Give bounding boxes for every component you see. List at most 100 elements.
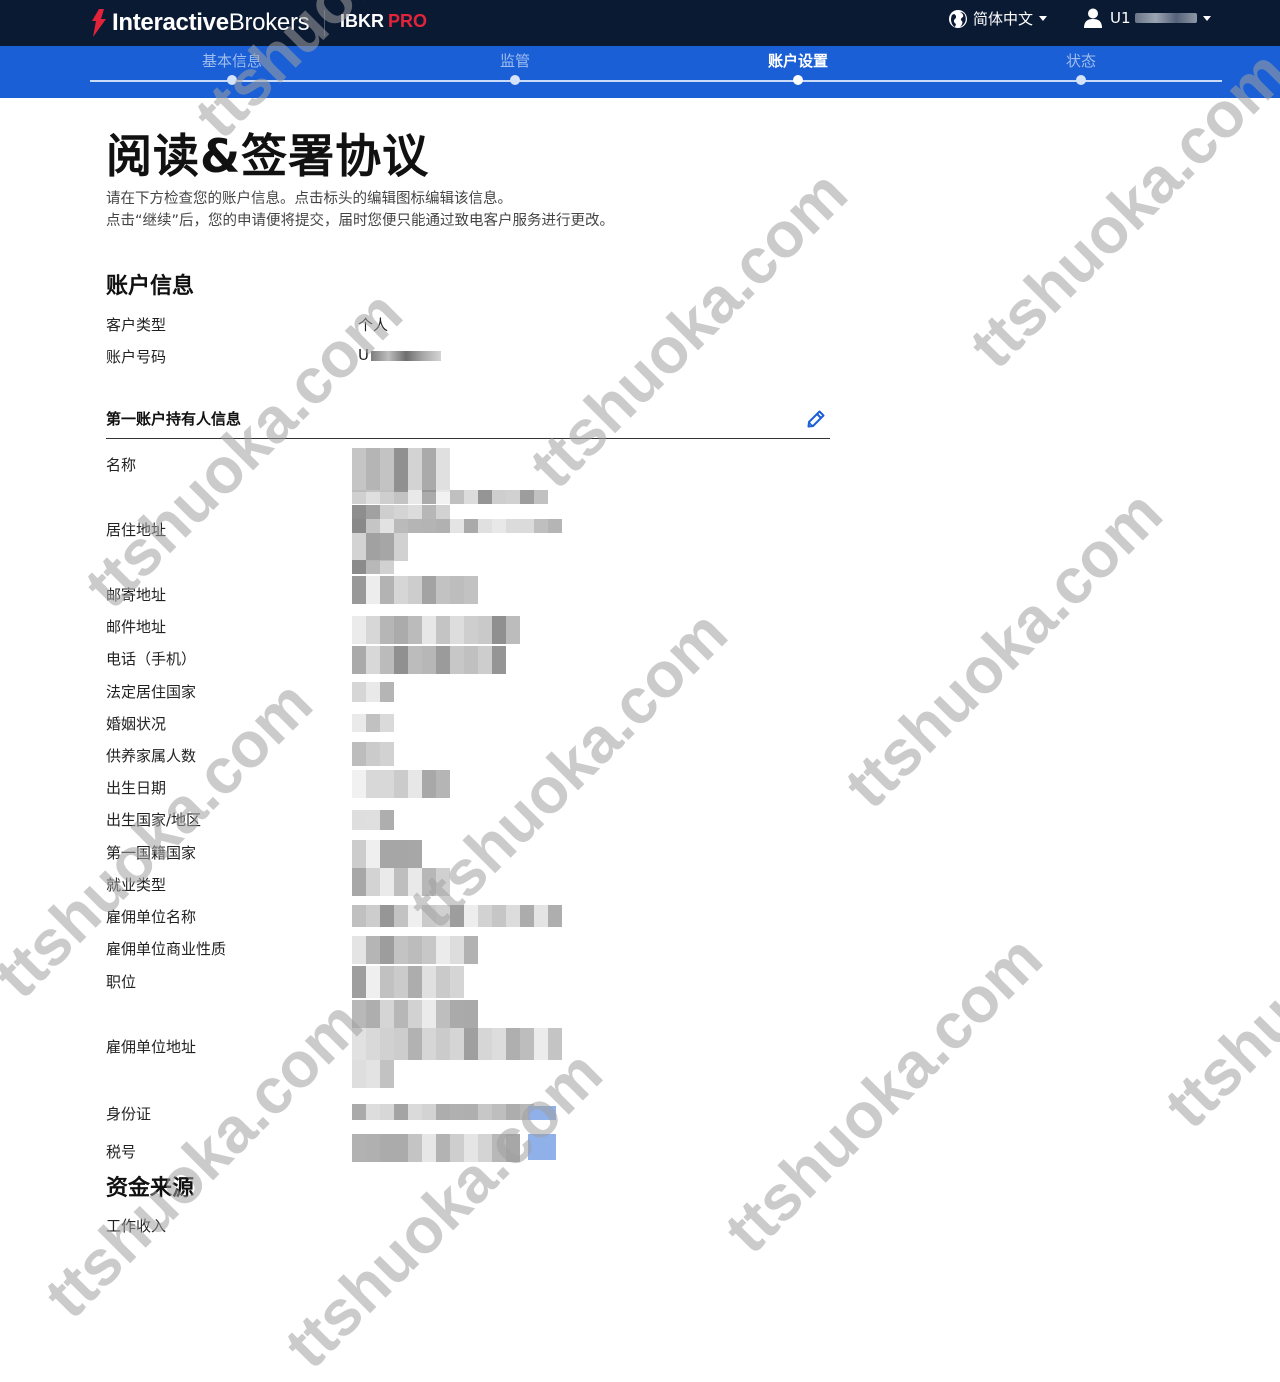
field-email-label: 邮件地址 bbox=[106, 618, 167, 636]
redaction-pixel bbox=[534, 1028, 548, 1060]
redaction-pixel bbox=[380, 1134, 394, 1162]
holder-info-header: 第一账户持有人信息 bbox=[106, 408, 830, 439]
redaction-pixel bbox=[394, 1104, 408, 1120]
redaction-pixel bbox=[366, 1060, 380, 1088]
redaction-pixel bbox=[450, 646, 464, 674]
redaction-pixel bbox=[352, 840, 366, 868]
redaction-pixel bbox=[408, 646, 422, 674]
redaction-pixel bbox=[366, 966, 380, 998]
step-dot bbox=[1076, 75, 1086, 85]
field-employer-business-label: 雇佣单位商业性质 bbox=[106, 940, 227, 958]
redaction-pixel bbox=[366, 936, 380, 964]
redaction-pixel bbox=[394, 616, 408, 644]
redaction-pixel bbox=[352, 1000, 366, 1028]
redaction-pixel bbox=[506, 1104, 520, 1120]
redaction-pixel bbox=[464, 519, 478, 533]
redaction-pixel bbox=[408, 1000, 422, 1028]
account-info-title: 账户信息 bbox=[106, 274, 195, 299]
redaction-pixel bbox=[408, 1134, 422, 1162]
redaction-pixel bbox=[366, 714, 380, 732]
redaction-pixel bbox=[436, 519, 450, 533]
redaction-pixel bbox=[464, 1134, 478, 1162]
redaction-pixel bbox=[478, 616, 492, 644]
redaction-pixel bbox=[528, 1106, 556, 1120]
step-dot bbox=[227, 75, 237, 85]
product-name: IBKR PRO bbox=[340, 11, 428, 31]
redaction-pixel bbox=[464, 646, 478, 674]
redaction-pixel bbox=[506, 519, 520, 533]
field-legal-residence-label: 法定居住国家 bbox=[106, 683, 197, 701]
redaction-pixel bbox=[450, 936, 464, 964]
redaction-pixel bbox=[478, 1028, 492, 1060]
ibkr-logo[interactable]: InteractiveBrokers bbox=[90, 8, 310, 38]
redaction-pixel bbox=[380, 810, 394, 830]
redaction-pixel bbox=[478, 1104, 492, 1120]
step-dot bbox=[510, 75, 520, 85]
watermark: ttshuoka.com bbox=[30, 986, 376, 1332]
redaction-pixel bbox=[436, 646, 450, 674]
account-number-value: U bbox=[358, 346, 441, 364]
step-dot-active bbox=[793, 75, 803, 85]
redaction-pixel bbox=[422, 646, 436, 674]
step-regulatory[interactable]: 监管 bbox=[415, 50, 615, 71]
redaction-pixel bbox=[352, 560, 366, 574]
holder-info-title: 第一账户持有人信息 bbox=[106, 410, 242, 428]
globe-icon bbox=[949, 9, 967, 28]
redaction-pixel bbox=[422, 1000, 436, 1028]
pencil-icon[interactable] bbox=[806, 409, 826, 429]
redaction-pixel bbox=[394, 448, 408, 492]
redaction-pixel bbox=[366, 1000, 380, 1028]
redaction-pixel bbox=[450, 1000, 464, 1028]
redaction-pixel bbox=[380, 576, 394, 604]
redaction-pixel bbox=[408, 966, 422, 998]
redaction-pixel bbox=[380, 560, 394, 574]
redaction-pixel bbox=[366, 682, 380, 702]
step-status[interactable]: 状态 bbox=[981, 50, 1181, 71]
redaction-pixel bbox=[464, 1000, 478, 1028]
redaction-pixel bbox=[422, 770, 436, 798]
steps-track bbox=[90, 80, 1222, 82]
redaction-pixel bbox=[408, 576, 422, 604]
redaction-pixel bbox=[520, 490, 534, 504]
step-basic-info[interactable]: 基本信息 bbox=[132, 50, 332, 71]
redaction-pixel bbox=[422, 966, 436, 998]
redaction-pixel bbox=[352, 1104, 366, 1120]
redaction-pixel bbox=[408, 840, 422, 868]
language-selector[interactable]: 简体中文 bbox=[948, 8, 1048, 29]
redaction-pixel bbox=[366, 576, 380, 604]
redaction-pixel bbox=[450, 1134, 464, 1162]
redaction-pixel bbox=[366, 533, 380, 561]
redaction-pixel bbox=[464, 576, 478, 604]
page-intro: 请在下方检查您的账户信息。点击标头的编辑图标编辑该信息。 点击“继续”后，您的申… bbox=[106, 188, 614, 232]
step-account-settings[interactable]: 账户设置 bbox=[698, 50, 898, 71]
user-menu[interactable]: U1 bbox=[1084, 8, 1211, 28]
redaction-pixel bbox=[394, 905, 408, 927]
field-id-card-label: 身份证 bbox=[106, 1105, 152, 1123]
redaction-pixel bbox=[422, 936, 436, 964]
redaction-pixel bbox=[436, 448, 450, 492]
redaction-pixel bbox=[394, 936, 408, 964]
redaction-pixel bbox=[534, 490, 548, 504]
redaction-pixel bbox=[478, 519, 492, 533]
redaction-pixel bbox=[380, 448, 394, 492]
redaction-pixel bbox=[366, 519, 380, 533]
redaction-pixel bbox=[352, 576, 366, 604]
redaction-pixel bbox=[436, 490, 450, 504]
redaction-pixel bbox=[422, 868, 436, 896]
redaction-pixel bbox=[436, 576, 450, 604]
watermark: ttshuoka.com bbox=[270, 1036, 616, 1382]
product-tier: PRO bbox=[388, 11, 428, 31]
redaction-pixel bbox=[366, 646, 380, 674]
redaction-pixel bbox=[408, 519, 422, 533]
watermark: ttshuoka.com bbox=[1150, 796, 1280, 1142]
redaction-pixel bbox=[422, 1104, 436, 1120]
redaction-pixel bbox=[352, 966, 366, 998]
redaction-pixel bbox=[422, 1134, 436, 1162]
progress-steps: 基本信息 监管 账户设置 状态 bbox=[0, 46, 1280, 98]
redaction-pixel bbox=[436, 1134, 450, 1162]
redaction-pixel bbox=[450, 616, 464, 644]
chevron-down-icon bbox=[1202, 15, 1211, 21]
redaction-pixel bbox=[492, 905, 506, 927]
redaction-pixel bbox=[366, 560, 380, 574]
redaction-pixel bbox=[352, 1060, 366, 1088]
